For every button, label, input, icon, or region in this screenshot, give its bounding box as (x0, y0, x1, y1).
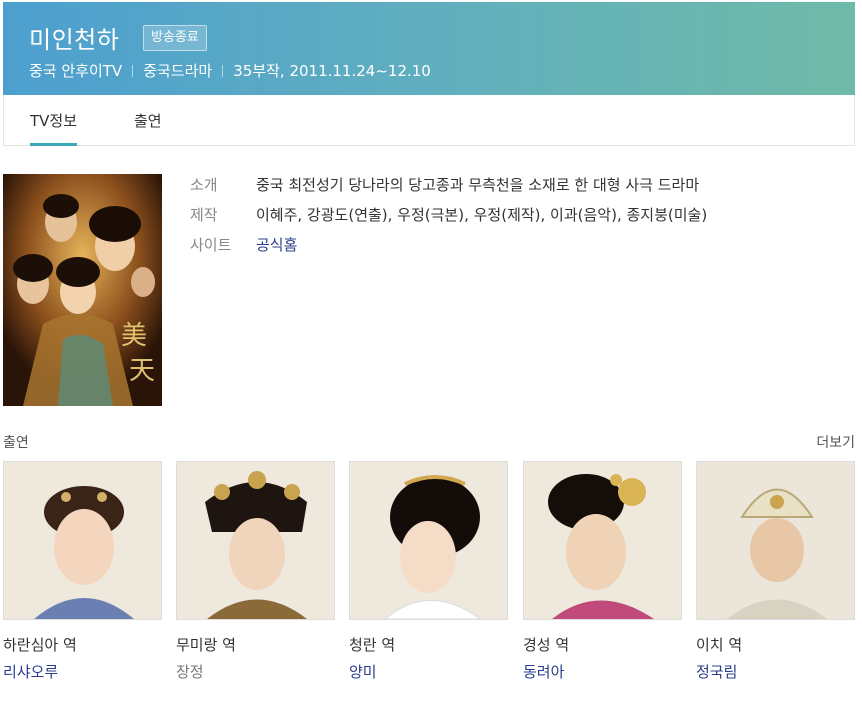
tab-bar: TV정보 출연 (3, 95, 855, 146)
actor-photo[interactable] (523, 461, 682, 620)
meta-genre: 중국드라마 (143, 62, 213, 80)
cast-card[interactable]: 무미랑 역 장정 (176, 461, 335, 682)
cast-card[interactable]: 청란 역 양미 (349, 461, 508, 682)
info-label: 소개 (190, 176, 218, 194)
cast-role: 경성 역 (523, 636, 570, 654)
info-row-production: 제작 이혜주, 강광도(연출), 우정(극본), 우정(제작), 이과(음악), … (190, 204, 707, 234)
meta-divider (222, 65, 224, 77)
cast-card[interactable]: 경성 역 동려아 (523, 461, 682, 682)
info-row-intro: 소개 중국 최전성기 당나라의 당고종과 무측천을 소재로 한 대형 사극 드라마 (190, 174, 707, 204)
svg-text:美: 美 (121, 321, 147, 351)
cast-card[interactable]: 하란심아 역 리샤오루 (3, 461, 162, 682)
cast-actor-link[interactable]: 정국림 (696, 661, 855, 682)
cast-actor-link[interactable]: 양미 (349, 661, 508, 682)
meta-channel: 중국 안후이TV (29, 62, 123, 80)
info-row-site: 사이트 공식홈 (190, 234, 707, 264)
status-badge: 방송종료 (143, 25, 207, 51)
tab-tv-info[interactable]: TV정보 (30, 95, 78, 146)
cast-actor-name: 장정 (176, 663, 204, 681)
cast-role: 청란 역 (349, 636, 396, 654)
info-intro-value: 중국 최전성기 당나라의 당고종과 무측천을 소재로 한 대형 사극 드라마 (256, 176, 700, 194)
program-title: 미인천하 (29, 26, 120, 54)
program-meta: 중국 안후이TV 중국드라마 35부작, 2011.11.24~12.10 (29, 60, 431, 81)
cast-actor-link[interactable]: 동려아 (523, 661, 682, 682)
tab-cast[interactable]: 출연 (134, 95, 162, 145)
info-label: 사이트 (190, 236, 232, 254)
actor-photo[interactable] (349, 461, 508, 620)
poster-image: 美 天 (3, 174, 162, 406)
info-label: 제작 (190, 206, 218, 224)
program-header: 미인천하 방송종료 중국 안후이TV 중국드라마 35부작, 2011.11.24~… (3, 2, 855, 95)
cast-role: 하란심아 역 (3, 636, 77, 654)
cast-role: 이치 역 (696, 636, 743, 654)
cast-section-title: 출연 (3, 435, 29, 451)
program-poster[interactable]: 美 天 (3, 174, 162, 406)
cast-card[interactable]: 이치 역 정국림 (696, 461, 855, 682)
actor-photo[interactable] (696, 461, 855, 620)
actor-photo[interactable] (3, 461, 162, 620)
meta-episodes: 35부작, 2011.11.24~12.10 (233, 62, 431, 80)
svg-text:天: 天 (129, 356, 155, 386)
cast-actor-link[interactable]: 리샤오루 (3, 661, 162, 682)
cast-role: 무미랑 역 (176, 636, 236, 654)
cast-more-link[interactable]: 더보기 (816, 432, 855, 452)
info-production-value: 이혜주, 강광도(연출), 우정(극본), 우정(제작), 이과(음악), 종지… (256, 206, 708, 224)
official-site-link[interactable]: 공식홈 (256, 236, 297, 254)
actor-photo[interactable] (176, 461, 335, 620)
meta-divider (132, 65, 134, 77)
program-info: 소개 중국 최전성기 당나라의 당고종과 무측천을 소재로 한 대형 사극 드라마… (190, 174, 707, 264)
